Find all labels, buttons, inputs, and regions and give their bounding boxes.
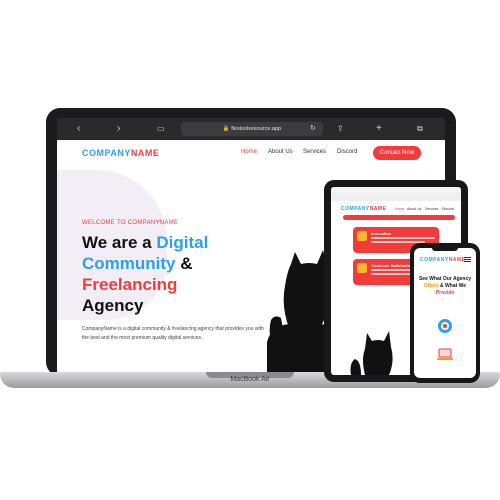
tablet-address-bar[interactable]	[331, 193, 461, 201]
nav-services[interactable]: Services	[303, 149, 326, 155]
plus-icon[interactable]: +	[376, 123, 382, 135]
smiley-icon	[357, 263, 367, 273]
book-icon[interactable]: ▭	[157, 123, 165, 135]
lightbulb-icon	[357, 231, 367, 241]
logo-part-name: NAME	[130, 148, 160, 158]
headline-plain: &	[175, 254, 193, 273]
card-title: Customer Satisfaction	[371, 263, 414, 268]
phone-heading-line1: See What Our Agency	[418, 276, 472, 282]
headline-plain: We are a	[82, 233, 157, 252]
contact-now-button[interactable]: Contact Now	[373, 146, 421, 160]
address-bar[interactable]: 🔒 flexisolvesource.app	[181, 122, 323, 136]
tablet-logo[interactable]: COMPANYNAME	[341, 206, 386, 212]
tablet-cat-illustration	[350, 331, 393, 375]
site-logo[interactable]: COMPANYNAME	[82, 148, 159, 158]
nav-home[interactable]: Home	[241, 149, 257, 155]
chevron-right-icon[interactable]: ›	[117, 123, 120, 135]
logo-part-company: COMPANY	[341, 206, 370, 212]
tablet-nav-about-us[interactable]: About Us	[407, 207, 421, 211]
logo-part-name: NAME	[369, 206, 387, 212]
heading-plain: & What We	[438, 283, 467, 289]
phone-notch	[432, 247, 458, 251]
hero-headline-line3: Freelancing	[82, 274, 177, 295]
target-icon	[438, 319, 452, 333]
phone-heading-line3: Provide	[435, 290, 455, 296]
hero-headline-line2: Community &	[82, 253, 193, 274]
logo-part-company: COMPANY	[420, 257, 449, 263]
tablet-nav-services[interactable]: Services	[425, 207, 438, 211]
phone-screen: COMPANYNAME See What Our Agency Offers &…	[414, 248, 476, 378]
browser-toolbar: ‹ › ▭ aA 🔒 flexisolvesource.app ↻ ⇪ + ⧉	[57, 118, 445, 140]
chevron-left-icon[interactable]: ‹	[77, 123, 80, 135]
nav-about-us[interactable]: About Us	[268, 149, 293, 155]
logo-part-company: COMPANY	[82, 148, 131, 158]
headline-plain: Agency	[82, 296, 144, 315]
tablet-hero-bar	[343, 215, 455, 220]
share-icon[interactable]: ⇪	[337, 123, 344, 135]
hamburger-menu-icon[interactable]	[464, 257, 471, 262]
headline-highlight: Freelancing	[82, 275, 178, 294]
hero-headline-line4: Agency	[82, 295, 143, 316]
heading-highlight: Offers	[423, 283, 439, 289]
headline-highlight: Digital	[156, 233, 209, 252]
logo-part-name: NAME	[448, 257, 466, 263]
nav-discord[interactable]: Discord	[337, 149, 357, 155]
hero-welcome-text: WELCOME TO COMPANYNAME	[82, 220, 179, 226]
card-text-line	[371, 237, 435, 239]
hero-description: CompanyName is a digital community & fre…	[82, 326, 264, 341]
tabs-icon[interactable]: ⧉	[417, 123, 423, 135]
tablet-nav-home[interactable]: Home	[395, 207, 404, 211]
headline-highlight: Community	[82, 254, 176, 273]
card-title: Innovation	[371, 231, 392, 236]
device-mockup-scene: ‹ › ▭ aA 🔒 flexisolvesource.app ↻ ⇪ + ⧉ …	[0, 0, 500, 500]
laptop-service-icon	[437, 348, 453, 360]
phone-heading-line2: Offers & What We	[414, 283, 476, 290]
phone-logo[interactable]: COMPANYNAME	[420, 257, 465, 263]
tablet-nav-discord[interactable]: Discord	[442, 207, 454, 211]
hero-headline-line1: We are a Digital	[82, 232, 208, 253]
reload-icon[interactable]: ↻	[310, 123, 316, 135]
